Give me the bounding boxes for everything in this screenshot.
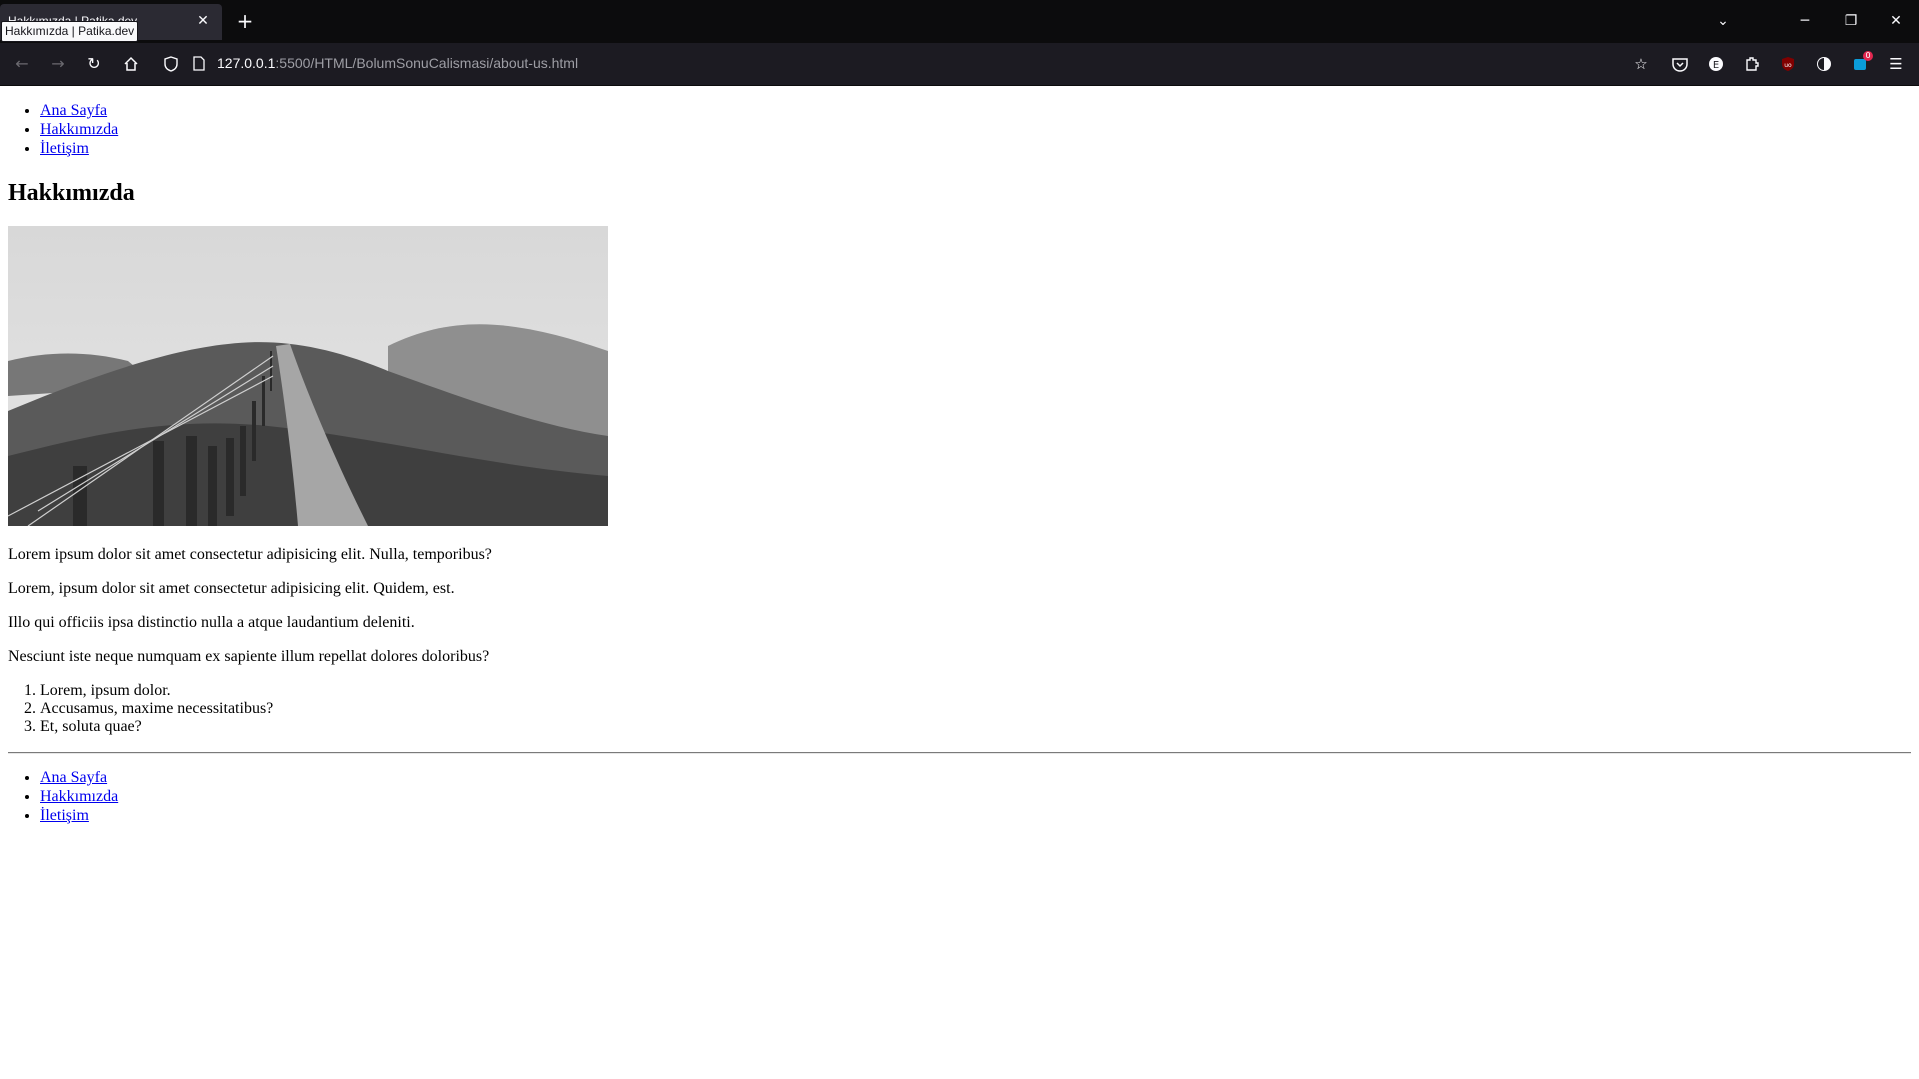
footer-link-home[interactable]: Ana Sayfa (40, 769, 107, 786)
nav-item-contact: İletişim (40, 806, 118, 825)
nav-item-home: Ana Sayfa (40, 768, 118, 787)
nav-item-home: Ana Sayfa (40, 101, 118, 120)
puzzle-icon[interactable] (1738, 50, 1766, 78)
pocket-icon[interactable] (1666, 50, 1694, 78)
shield-icon[interactable] (157, 50, 185, 78)
nav-link-about[interactable]: Hakkımızda (40, 121, 118, 138)
list-item: Lorem, ipsum dolor. (40, 682, 273, 700)
nav-item-about: Hakkımızda (40, 787, 118, 806)
extension-icon[interactable]: E (1702, 50, 1730, 78)
star-icon[interactable]: ☆ (1627, 50, 1655, 78)
paragraph-3: Illo qui officiis ipsa distinctio nulla … (8, 614, 415, 631)
nav-item-contact: İletişim (40, 139, 118, 158)
footer-link-contact[interactable]: İletişim (40, 807, 89, 824)
page-content: Ana Sayfa Hakkımızda İletişim Hakkımızda (0, 86, 1919, 1079)
svg-text:E: E (1713, 60, 1719, 71)
page-title: Hakkımızda (8, 180, 135, 206)
menu-icon[interactable]: ☰ (1882, 50, 1910, 78)
minimize-button[interactable]: ─ (1782, 0, 1828, 43)
ordered-list: Lorem, ipsum dolor. Accusamus, maxime ne… (8, 682, 273, 736)
url-bar[interactable]: 127.0.0.1:5500/HTML/BolumSonuCalismasi/a… (217, 55, 578, 71)
footer-link-about[interactable]: Hakkımızda (40, 788, 118, 805)
back-icon[interactable]: ← (8, 50, 36, 78)
list-all-tabs-icon[interactable]: ⌄ (1700, 0, 1746, 43)
svg-text:uo: uo (1784, 62, 1792, 69)
paragraph-4: Nesciunt iste neque numquam ex sapiente … (8, 648, 490, 665)
horizontal-divider (8, 752, 1911, 754)
nav-link-contact[interactable]: İletişim (40, 140, 89, 157)
tab-close-icon[interactable]: ✕ (192, 10, 214, 32)
extension-badge: 0 (1863, 51, 1873, 61)
hero-image (8, 226, 608, 526)
privacy-icon[interactable] (1810, 50, 1838, 78)
container-icon[interactable]: 0 (1846, 50, 1874, 78)
ublock-icon[interactable]: uo (1774, 50, 1802, 78)
home-icon[interactable] (117, 50, 145, 78)
forward-icon[interactable]: → (44, 50, 72, 78)
nav-item-about: Hakkımızda (40, 120, 118, 139)
top-navigation: Ana Sayfa Hakkımızda İletişim (8, 101, 118, 158)
close-window-button[interactable]: ✕ (1873, 0, 1919, 43)
paragraph-1: Lorem ipsum dolor sit amet consectetur a… (8, 546, 492, 563)
list-item: Et, soluta quae? (40, 718, 273, 736)
reload-icon[interactable]: ↻ (80, 50, 108, 78)
page-icon[interactable] (185, 50, 213, 78)
url-host: 127.0.0.1 (217, 55, 276, 71)
tab-bar: Hakkımızda | Patika.dev ✕ Hakkımızda | P… (0, 0, 1919, 43)
bottom-navigation: Ana Sayfa Hakkımızda İletişim (8, 768, 118, 825)
tab-tooltip: Hakkımızda | Patika.dev (1, 21, 139, 42)
new-tab-button[interactable]: + (232, 8, 258, 34)
list-item: Accusamus, maxime necessitatibus? (40, 700, 273, 718)
paragraph-2: Lorem, ipsum dolor sit amet consectetur … (8, 580, 455, 597)
nav-link-home[interactable]: Ana Sayfa (40, 102, 107, 119)
url-path: :5500/HTML/BolumSonuCalismasi/about-us.h… (275, 55, 579, 71)
navigation-toolbar: ← → ↻ 127.0.0.1:5500/HTML/BolumSonuCalis… (0, 43, 1919, 86)
restore-button[interactable]: ❐ (1828, 0, 1874, 43)
